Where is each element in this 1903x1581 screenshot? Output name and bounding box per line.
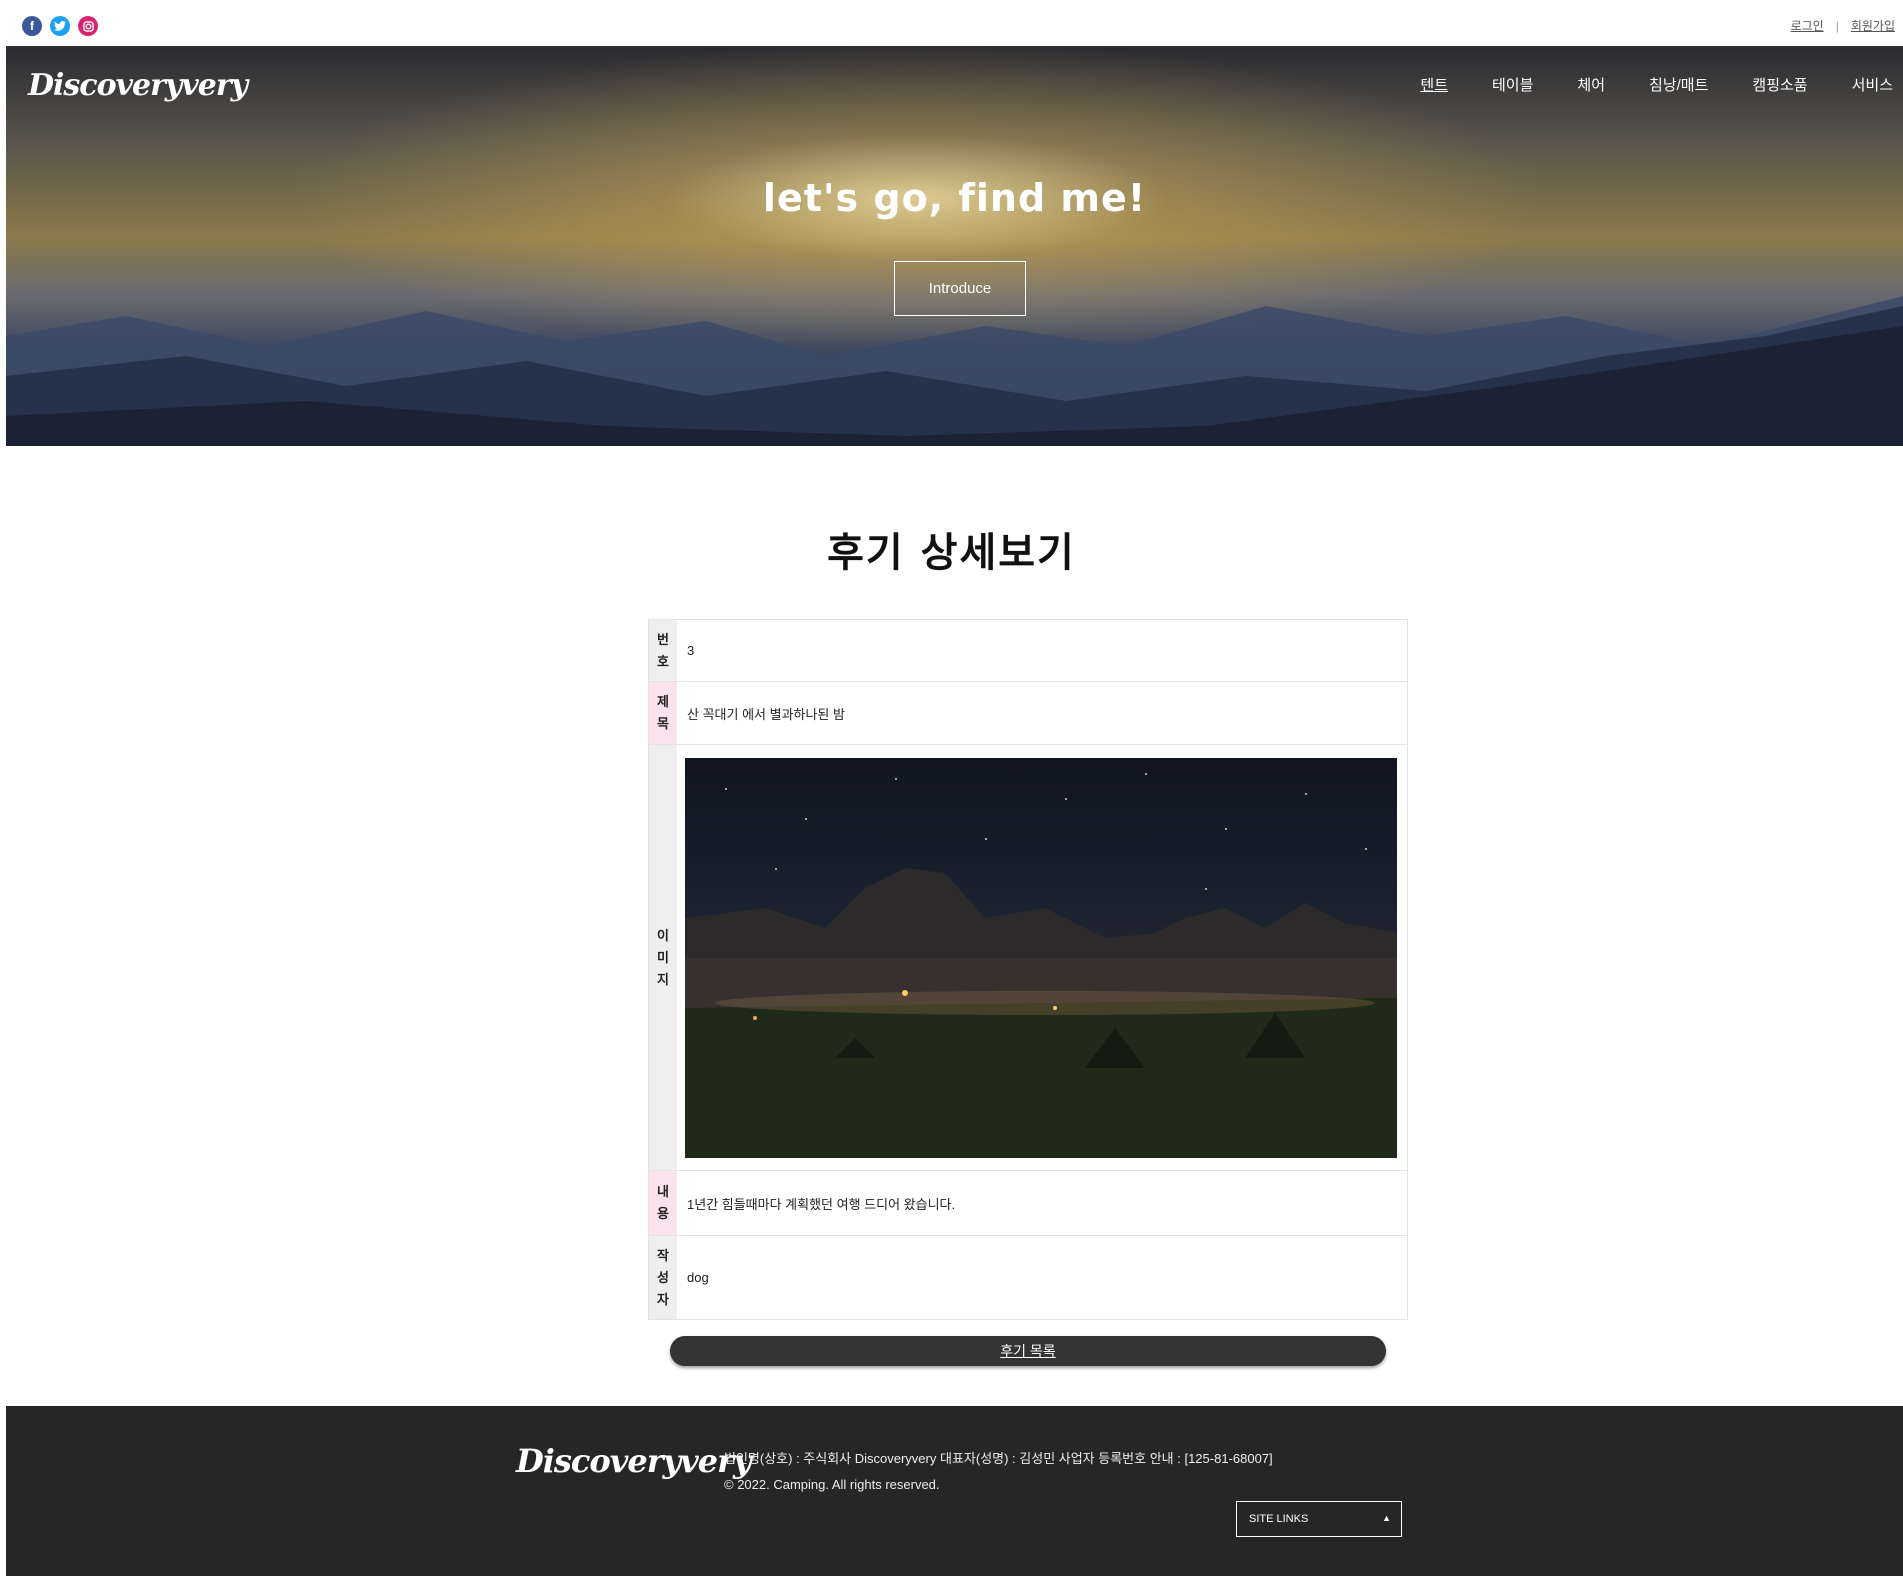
login-link[interactable]: 로그인 — [1791, 19, 1824, 33]
label-number: 번 호 — [649, 620, 677, 681]
nav-item-sleeping-bag[interactable]: 침낭/매트 — [1649, 74, 1708, 95]
label-writer: 작 성 자 — [649, 1236, 677, 1319]
row-content: 내 용 1년간 힘들때마다 계획했던 여행 드디어 왔습니다. — [649, 1171, 1407, 1236]
nav-item-chair[interactable]: 체어 — [1577, 74, 1605, 95]
main-nav: 텐트 테이블 체어 침낭/매트 캠핑소품 서비스 — [1376, 74, 1893, 95]
site-logo[interactable]: Discoveryvery — [28, 68, 248, 103]
label-image: 이 미 지 — [649, 745, 677, 1170]
auth-links: 로그인 | 회원가입 — [1791, 17, 1895, 34]
site-links-label: SITE LINKS — [1249, 1513, 1309, 1525]
nav-item-service[interactable]: 서비스 — [1852, 74, 1893, 95]
signup-link[interactable]: 회원가입 — [1851, 19, 1895, 33]
auth-divider: | — [1835, 19, 1839, 33]
label-title: 제 목 — [649, 682, 677, 744]
label-content: 내 용 — [649, 1171, 677, 1235]
copyright: © 2022. Camping. All rights reserved. — [724, 1477, 940, 1492]
review-photo — [685, 757, 1397, 1158]
row-number: 번 호 3 — [649, 620, 1407, 682]
introduce-button[interactable]: Introduce — [894, 261, 1026, 316]
social-links: f — [22, 16, 98, 36]
twitter-icon[interactable] — [50, 16, 70, 36]
footer-info: 법인명(상호) : 주식회사 Discoveryvery 대표자(성명) : 김… — [724, 1446, 1273, 1498]
hero-title: let's go, find me! — [762, 176, 1147, 220]
night-landscape-graphic — [685, 867, 1397, 1158]
caret-up-icon: ▲ — [1382, 1513, 1391, 1523]
page-title: 후기 상세보기 — [827, 530, 1076, 576]
row-image: 이 미 지 — [649, 745, 1407, 1171]
company-info: 법인명(상호) : 주식회사 Discoveryvery 대표자(성명) : 김… — [724, 1451, 1273, 1466]
row-writer: 작 성 자 dog — [649, 1236, 1407, 1319]
top-bar: f 로그인 | 회원가입 — [0, 0, 1903, 46]
nav-item-tent[interactable]: 텐트 — [1420, 74, 1448, 95]
nav-item-table[interactable]: 테이블 — [1492, 74, 1533, 95]
back-to-list-button[interactable]: 후기 목록 — [670, 1336, 1386, 1366]
review-image-cell — [677, 745, 1407, 1170]
review-writer: dog — [687, 1270, 709, 1285]
review-content: 1년간 힘들때마다 계획했던 여행 드디어 왔습니다. — [687, 1196, 956, 1212]
facebook-icon[interactable]: f — [22, 16, 42, 36]
site-links-dropdown[interactable]: SITE LINKS ▲ — [1236, 1501, 1402, 1537]
review-detail-table: 번 호 3 제 목 산 꼭대기 에서 별과하나된 밤 이 미 지 내 용 1년간… — [648, 619, 1408, 1320]
footer: Discoveryvery 법인명(상호) : 주식회사 Discoveryve… — [6, 1406, 1903, 1576]
review-number: 3 — [687, 643, 695, 658]
instagram-icon[interactable] — [78, 16, 98, 36]
row-title: 제 목 산 꼭대기 에서 별과하나된 밤 — [649, 682, 1407, 745]
hero-banner: Discoveryvery 텐트 테이블 체어 침낭/매트 캠핑소품 서비스 l… — [6, 46, 1903, 446]
review-title: 산 꼭대기 에서 별과하나된 밤 — [687, 706, 845, 722]
footer-logo: Discoveryvery — [516, 1442, 752, 1480]
nav-item-camping-goods[interactable]: 캠핑소품 — [1752, 74, 1807, 95]
